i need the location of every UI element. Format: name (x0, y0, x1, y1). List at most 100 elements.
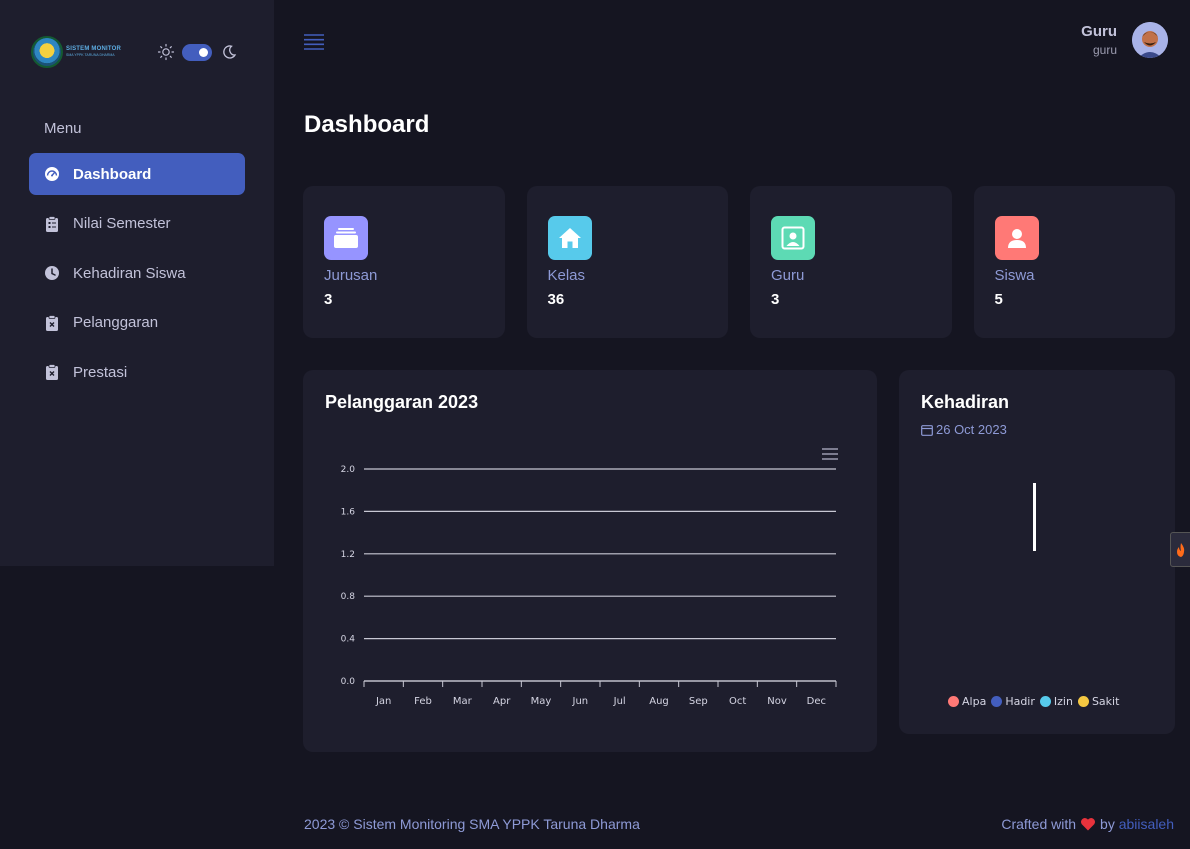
clipboard-icon (44, 215, 60, 232)
stats-row: Jurusan 3 Kelas 36 Guru 3 Siswa 5 (303, 186, 1175, 338)
brand-logo[interactable]: SISTEM MONITOR SMA YPPK TARUNA DHARMA (31, 36, 121, 68)
avatar[interactable] (1132, 22, 1168, 58)
stat-label: Jurusan (324, 267, 378, 284)
kehadiran-date-text: 26 Oct 2023 (936, 422, 1007, 437)
y-tick-label: 0.4 (341, 635, 356, 645)
moon-icon (223, 45, 237, 59)
sidebar-item-kehadiran-siswa[interactable]: Kehadiran Siswa (29, 252, 245, 294)
sidebar-item-nilai-semester[interactable]: Nilai Semester (29, 203, 245, 245)
user-menu[interactable]: Guru guru (1081, 22, 1168, 58)
logo-line1: SISTEM MONITOR (66, 46, 122, 52)
user-role: guru (1092, 43, 1117, 57)
legend-label: Alpa (962, 695, 987, 708)
stat-label: Kelas (547, 267, 586, 284)
x-tick-label: Jan (375, 696, 391, 707)
kehadiran-title: Kehadiran (921, 392, 1010, 412)
kehadiran-chart-placeholder (1033, 483, 1036, 551)
x-tick-label: Apr (493, 696, 511, 707)
author-link[interactable]: abiisaleh (1119, 816, 1174, 832)
y-tick-label: 1.6 (341, 507, 356, 517)
x-tick-label: Oct (729, 696, 746, 707)
legend-item-sakit[interactable]: Sakit (1077, 695, 1120, 708)
y-tick-label: 1.2 (341, 550, 355, 560)
heart-icon (1081, 818, 1096, 831)
user-text: Guru guru (1081, 23, 1117, 57)
sidebar: SISTEM MONITOR SMA YPPK TARUNA DHARMA Me… (0, 0, 274, 566)
legend-label: Hadir (1005, 695, 1035, 708)
sun-icon (157, 43, 175, 61)
sidebar-item-label: Pelanggaran (73, 314, 159, 332)
x-tick-label: Feb (414, 696, 432, 707)
menu-title: Menu (44, 120, 82, 137)
legend-dot (991, 696, 1003, 707)
legend-item-izin[interactable]: Izin (1039, 695, 1073, 708)
pelanggaran-chart-card: Pelanggaran 2023 0.0 0.4 0.8 1.2 1.6 2.0 Jan Fe… (303, 370, 877, 752)
person-board-icon (771, 216, 815, 260)
clipboard-x-icon (44, 314, 60, 331)
stat-card-siswa: Siswa 5 (973, 186, 1175, 338)
stat-label: Guru (771, 267, 805, 284)
house-icon (547, 216, 592, 260)
dark-mode-toggle[interactable] (182, 43, 212, 61)
page-title: Dashboard (304, 111, 430, 138)
footer-crafted: Crafted with (1001, 816, 1077, 832)
toggle-knob (199, 47, 208, 57)
sidebar-item-pelanggaran[interactable]: Pelanggaran (29, 302, 245, 344)
x-tick-label: Jun (572, 696, 589, 707)
stat-value: 36 (547, 291, 565, 308)
stat-value: 3 (324, 291, 333, 308)
x-tick-label: Dec (807, 696, 826, 707)
x-tick-label: May (531, 696, 552, 707)
stat-card-guru: Guru 3 (750, 186, 952, 338)
y-tick-label: 0.8 (341, 592, 356, 602)
user-name: Guru (1081, 23, 1117, 40)
legend-dot (948, 696, 959, 707)
stat-value: 3 (771, 291, 780, 308)
kehadiran-legend: Alpa Hadir Izin Sakit (948, 695, 1124, 708)
logo-line2: SMA YPPK TARUNA DHARMA (66, 53, 115, 57)
person-icon (994, 216, 1039, 260)
flame-icon (1177, 542, 1185, 557)
stat-label: Siswa (994, 267, 1035, 284)
x-tick-label: Sep (689, 696, 708, 707)
dashboard-icon (44, 166, 60, 182)
legend-item-alpa[interactable]: Alpa (948, 695, 986, 708)
sidebar-item-label: Kehadiran Siswa (73, 264, 186, 282)
footer-by: by (1100, 816, 1115, 832)
legend-dot (1039, 696, 1051, 707)
legend-dot (1077, 696, 1089, 707)
x-tick-label: Jul (613, 696, 626, 707)
legend-label: Izin (1053, 695, 1073, 708)
legend-label: Sakit (1091, 695, 1120, 708)
sidebar-item-label: Dashboard (73, 165, 152, 183)
avatar-face-icon (1132, 22, 1168, 58)
x-tick-label: Aug (649, 696, 669, 707)
sidebar-item-label: Nilai Semester (73, 215, 171, 233)
stat-value: 5 (994, 291, 1003, 308)
stat-card-jurusan: Jurusan 3 (303, 186, 505, 338)
y-tick-label: 2.0 (341, 465, 356, 475)
theme-switch (157, 43, 238, 61)
x-tick-label: Mar (453, 696, 473, 707)
footer-copyright: 2023 © Sistem Monitoring SMA YPPK Taruna… (304, 816, 640, 832)
footer-credit: Crafted with by abiisaleh (1001, 816, 1174, 832)
sidebar-item-prestasi[interactable]: Prestasi (29, 351, 245, 393)
school-emblem-icon (31, 36, 63, 68)
sidebar-menu: Dashboard Nilai Semester Kehadiran Siswa… (29, 153, 245, 401)
y-tick-label: 0.0 (341, 677, 356, 687)
sidebar-item-dashboard[interactable]: Dashboard (29, 153, 245, 195)
clock-icon (44, 265, 60, 281)
hamburger-menu-icon[interactable] (304, 33, 324, 51)
clipboard-x-icon (44, 364, 60, 381)
sidebar-item-label: Prestasi (73, 363, 128, 381)
legend-item-hadir[interactable]: Hadir (991, 695, 1035, 708)
kehadiran-date: 26 Oct 2023 (921, 422, 1007, 437)
stack-icon (324, 216, 368, 260)
logo-text: SISTEM MONITOR SMA YPPK TARUNA DHARMA (66, 46, 121, 58)
side-tab-flame[interactable] (1170, 532, 1190, 567)
pelanggaran-chart: 0.0 0.4 0.8 1.2 1.6 2.0 Jan Feb Mar Apr May Jun Jul A… (341, 465, 837, 707)
kehadiran-card: Kehadiran 26 Oct 2023 Alpa Hadir Izin Sa… (899, 370, 1175, 734)
calendar-icon (921, 424, 933, 436)
stat-card-kelas: Kelas 36 (526, 186, 728, 338)
x-tick-label: Nov (767, 696, 787, 707)
